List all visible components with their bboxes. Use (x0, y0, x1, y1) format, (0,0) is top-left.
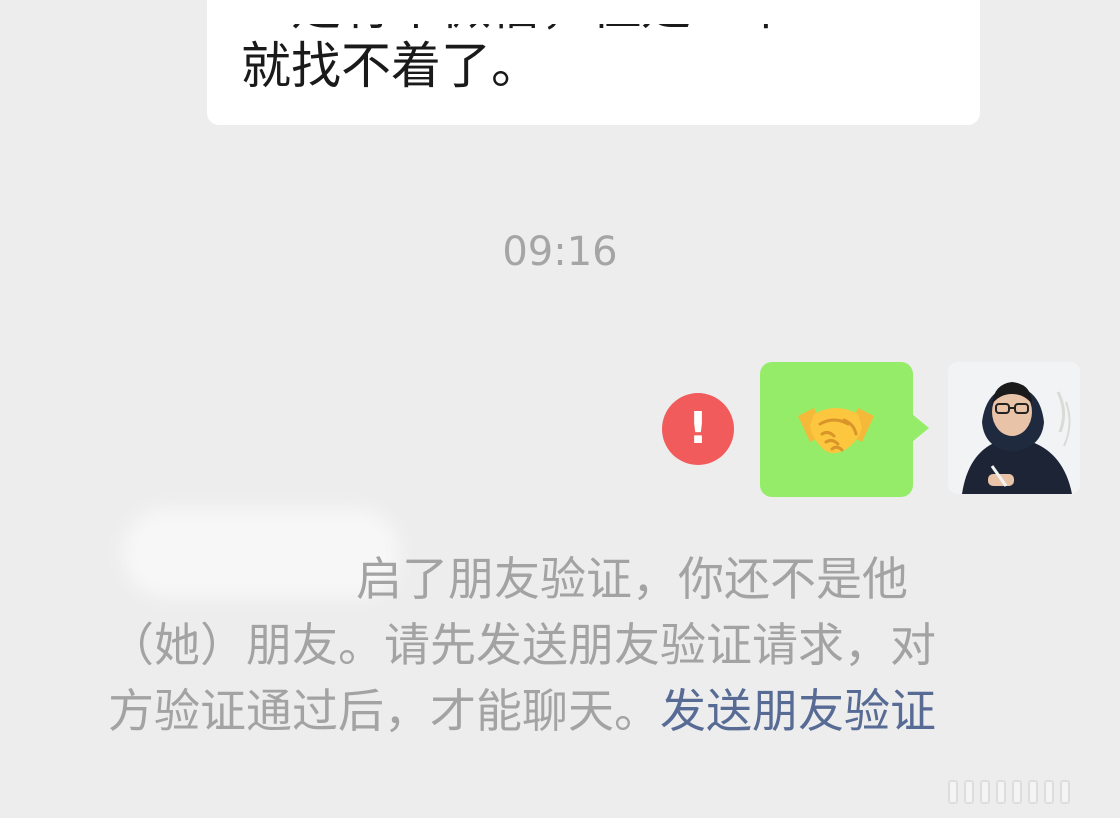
avatar-photo (948, 362, 1080, 494)
watermark (948, 778, 1108, 806)
message-timestamp: 09:16 (502, 229, 618, 275)
watermark-mark (996, 780, 1006, 804)
redacted-name (136, 522, 386, 584)
watermark-mark (1060, 780, 1070, 804)
watermark-mark (980, 780, 990, 804)
send-friend-verification-link[interactable]: 发送朋友验证 (660, 684, 936, 738)
watermark-mark (1012, 780, 1022, 804)
notice-line-3: 方验证通过后，才能聊天。发送朋友验证 (108, 678, 936, 744)
notice-line-2: （她）朋友。请先发送朋友验证请求，对 (108, 618, 936, 672)
incoming-message-text: 就找不着了。 (241, 37, 541, 95)
watermark-mark (1028, 780, 1038, 804)
incoming-message-bubble[interactable]: 一定有个微信，但是一平 就找不着了。 (207, 0, 980, 125)
notice-line-1: 启了朋友验证，你还不是他 (356, 552, 908, 606)
watermark-mark (1044, 780, 1054, 804)
notice-line-3-text: 方验证通过后，才能聊天。 (108, 684, 660, 738)
user-avatar[interactable] (948, 362, 1080, 494)
outgoing-message-bubble[interactable] (760, 362, 929, 497)
incoming-message-cutoff-line: 一定有个微信，但是一平 (241, 0, 791, 36)
watermark-mark (948, 780, 958, 804)
send-failed-icon[interactable]: ! (662, 393, 734, 465)
handshake-icon (798, 408, 874, 454)
watermark-mark (964, 780, 974, 804)
